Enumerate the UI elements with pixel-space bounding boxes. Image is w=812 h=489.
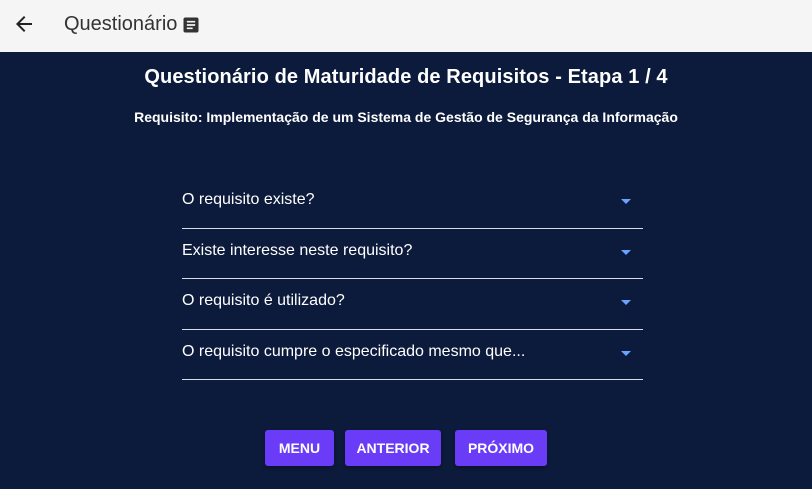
arrow-left-icon xyxy=(16,16,32,32)
caret-down-icon xyxy=(621,300,631,305)
menu-button[interactable]: MENU xyxy=(265,430,334,466)
question-select-used[interactable]: O requisito é utilizado? xyxy=(182,279,643,330)
document-icon xyxy=(181,15,201,35)
caret-down-icon xyxy=(621,199,631,204)
previous-button[interactable]: ANTERIOR xyxy=(345,430,441,466)
questions-form: O requisito existe? Existe interesse nes… xyxy=(182,178,643,380)
requirement-subtitle: Requisito: Implementação de um Sistema d… xyxy=(134,109,678,125)
app-bar-title-text: Questionário xyxy=(64,13,178,35)
question-label: O requisito é utilizado? xyxy=(182,292,345,309)
next-button[interactable]: PRÓXIMO xyxy=(455,430,547,466)
question-select-exists[interactable]: O requisito existe? xyxy=(182,178,643,229)
question-label: O requisito cumpre o especificado mesmo … xyxy=(182,342,526,360)
question-select-interest[interactable]: Existe interesse neste requisito? xyxy=(182,229,643,279)
app-bar-title: Questionário xyxy=(64,13,201,36)
caret-down-icon xyxy=(621,350,631,356)
page-title: Questionário de Maturidade de Requisitos… xyxy=(144,66,668,88)
caret-down-icon xyxy=(621,249,631,255)
back-button[interactable] xyxy=(12,12,36,36)
question-label: Existe interesse neste requisito? xyxy=(182,241,413,259)
main-content: Questionário de Maturidade de Requisitos… xyxy=(0,52,812,489)
question-label: O requisito existe? xyxy=(182,191,315,208)
question-select-compliance[interactable]: O requisito cumpre o especificado mesmo … xyxy=(182,330,643,380)
app-bar: Questionário xyxy=(0,0,812,52)
